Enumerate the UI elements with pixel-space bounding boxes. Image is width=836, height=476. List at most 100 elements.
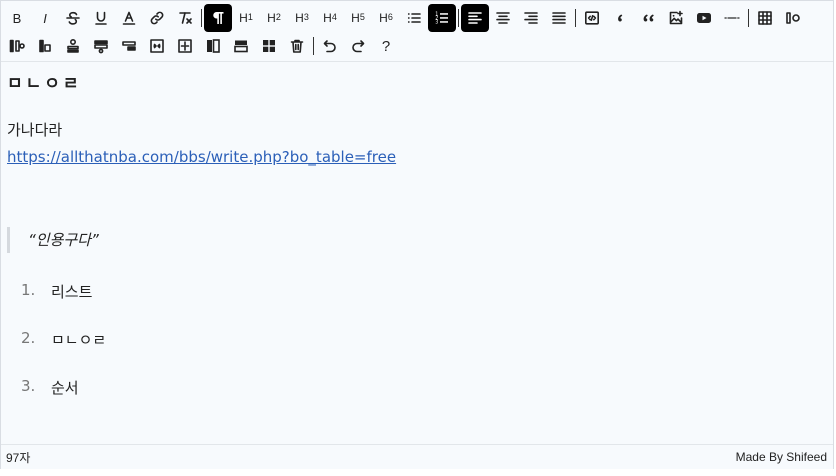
toggle-header-row-button[interactable]: [227, 32, 255, 60]
redo-button[interactable]: [344, 32, 372, 60]
merge-cells-icon: [149, 38, 165, 54]
code-icon: [584, 10, 600, 26]
pilcrow-icon: [210, 10, 226, 26]
align-center-icon: [495, 10, 511, 26]
heading1-button[interactable]: H1: [232, 4, 260, 32]
split-cell-button[interactable]: [171, 32, 199, 60]
toolbar-separator: [313, 37, 314, 55]
heading1-icon: H1: [239, 11, 253, 25]
ordered-list-button[interactable]: 123: [428, 4, 456, 32]
list-text: ㅁㄴㅇㄹ: [51, 331, 107, 349]
font-color-icon: [121, 10, 137, 26]
italic-icon: I: [43, 10, 47, 26]
delete-column-button[interactable]: [31, 32, 59, 60]
toolbar-separator: [458, 9, 459, 27]
code-block-button[interactable]: [578, 4, 606, 32]
header-row-icon: [233, 38, 249, 54]
ordered-list-icon: 123: [434, 10, 450, 26]
insert-video-button[interactable]: [690, 4, 718, 32]
italic-button[interactable]: I: [31, 4, 59, 32]
undo-button[interactable]: [316, 32, 344, 60]
font-color-button[interactable]: [115, 4, 143, 32]
heading5-icon: H5: [351, 11, 365, 25]
rich-text-editor: B I H1 H2 H3 H4 H5 H6 123 ? ㅁㄴㅇㄹ 가나다라 https://al…: [0, 0, 834, 469]
clear-format-icon: [177, 10, 193, 26]
underline-button[interactable]: [87, 4, 115, 32]
heading4-button[interactable]: H4: [316, 4, 344, 32]
content-heading: ㅁㄴㅇㄹ: [7, 74, 82, 94]
svg-text:3: 3: [435, 20, 438, 26]
question-icon: ?: [381, 37, 391, 55]
character-count: 97자: [6, 450, 31, 465]
toggle-header-column-button[interactable]: [199, 32, 227, 60]
toolbar-row-1: B I H1 H2 H3 H4 H5 H6 123: [3, 4, 807, 32]
bullet-list-icon: [406, 10, 422, 26]
list-text: 순서: [51, 379, 79, 397]
row-insert-bottom-icon: [93, 38, 109, 54]
insert-table-button[interactable]: [751, 4, 779, 32]
quote-single-icon: [612, 10, 628, 26]
merge-cells-button[interactable]: [143, 32, 171, 60]
split-cell-icon: [177, 38, 193, 54]
horizontal-rule-icon: [724, 10, 740, 26]
align-justify-icon: [551, 10, 567, 26]
bullet-list-button[interactable]: [400, 4, 428, 32]
quote-single-button[interactable]: [606, 4, 634, 32]
toolbar-separator: [201, 9, 202, 27]
horizontal-rule-button[interactable]: [718, 4, 746, 32]
align-left-icon: [467, 10, 483, 26]
strikethrough-icon: [65, 10, 81, 26]
insert-image-button[interactable]: [662, 4, 690, 32]
heading4-icon: H4: [323, 11, 337, 25]
bold-button[interactable]: B: [3, 4, 31, 32]
content-link[interactable]: https://allthatnba.com/bbs/write.php?bo_…: [7, 148, 396, 166]
toolbar-separator: [575, 9, 576, 27]
help-button[interactable]: ?: [372, 32, 400, 60]
underline-icon: [93, 10, 109, 26]
image-add-icon: [668, 10, 684, 26]
align-left-button[interactable]: [461, 4, 489, 32]
clear-format-button[interactable]: [171, 4, 199, 32]
insert-column-after-button[interactable]: [779, 4, 807, 32]
insert-row-after-button[interactable]: [87, 32, 115, 60]
align-center-button[interactable]: [489, 4, 517, 32]
table-icon: [757, 10, 773, 26]
toolbar-row-2: ?: [3, 32, 400, 60]
quote-double-icon: [640, 10, 656, 26]
column-delete-icon: [37, 38, 53, 54]
paragraph-button[interactable]: [204, 4, 232, 32]
insert-column-before-button[interactable]: [3, 32, 31, 60]
row-insert-top-icon: [65, 38, 81, 54]
trash-icon: [289, 38, 305, 54]
editor-toolbar: B I H1 H2 H3 H4 H5 H6 123 ?: [1, 1, 833, 62]
youtube-icon: [696, 10, 712, 26]
delete-table-button[interactable]: [283, 32, 311, 60]
link-button[interactable]: [143, 4, 171, 32]
bold-icon: B: [12, 10, 22, 26]
insert-row-before-button[interactable]: [59, 32, 87, 60]
align-right-icon: [523, 10, 539, 26]
heading2-button[interactable]: H2: [260, 4, 288, 32]
header-cell-icon: [261, 38, 277, 54]
toggle-header-cell-button[interactable]: [255, 32, 283, 60]
link-icon: [149, 10, 165, 26]
list-text: 리스트: [51, 283, 93, 301]
list-number: 2.: [21, 329, 36, 347]
column-insert-left-icon: [9, 38, 25, 54]
redo-icon: [350, 38, 366, 54]
heading2-icon: H2: [267, 11, 281, 25]
align-right-button[interactable]: [517, 4, 545, 32]
row-delete-icon: [121, 38, 137, 54]
strikethrough-button[interactable]: [59, 4, 87, 32]
heading3-icon: H3: [295, 11, 309, 25]
toolbar-separator: [748, 9, 749, 27]
heading3-button[interactable]: H3: [288, 4, 316, 32]
status-bar: 97자 Made By Shifeed: [1, 444, 833, 469]
align-justify-button[interactable]: [545, 4, 573, 32]
quote-double-button[interactable]: [634, 4, 662, 32]
list-number: 1.: [21, 281, 36, 299]
content-paragraph: 가나다라: [7, 121, 63, 139]
delete-row-button[interactable]: [115, 32, 143, 60]
heading6-button[interactable]: H6: [372, 4, 400, 32]
heading5-button[interactable]: H5: [344, 4, 372, 32]
